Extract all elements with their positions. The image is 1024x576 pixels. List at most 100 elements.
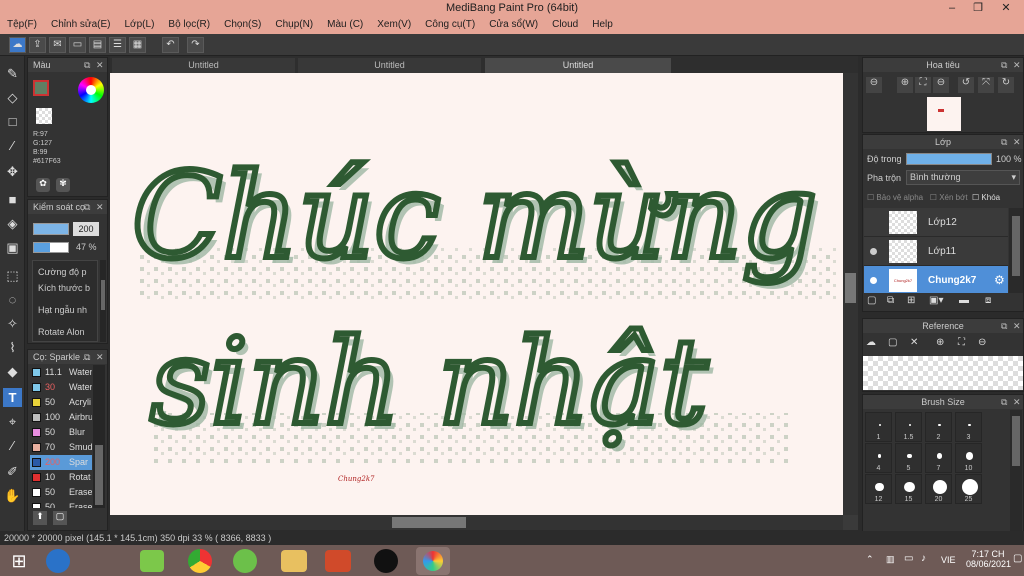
- minimize-button[interactable]: –: [938, 0, 966, 17]
- tab-untitled-3[interactable]: Untitled: [485, 58, 671, 73]
- canvas-horizontal-scrollbar[interactable]: [110, 515, 843, 530]
- fit-screen-icon[interactable]: ⛶: [915, 77, 931, 93]
- reference-close-icon[interactable]: ✕: [910, 337, 918, 348]
- menu-window[interactable]: Cửa sổ(W): [482, 17, 545, 34]
- menu-view[interactable]: Xem(V): [370, 17, 418, 34]
- popout-icon[interactable]: ⧉: [84, 58, 90, 72]
- menu-color[interactable]: Màu (C): [320, 17, 370, 34]
- maximize-button[interactable]: ❐: [964, 0, 992, 17]
- reference-preview[interactable]: [863, 356, 1023, 390]
- clock[interactable]: 7:17 CH 08/06/2021: [966, 549, 1011, 569]
- medibang-taskbar-button[interactable]: [416, 547, 450, 575]
- close-panel-icon[interactable]: ✕: [1013, 319, 1021, 333]
- brush-list-item[interactable]: 30 Water: [30, 380, 92, 395]
- lock-checkbox[interactable]: ☐: [972, 193, 979, 202]
- popout-icon[interactable]: ⧉: [84, 200, 90, 214]
- close-panel-icon[interactable]: ✕: [96, 200, 104, 214]
- menu-file[interactable]: Tệp(F): [0, 17, 44, 34]
- brush-list-item[interactable]: 50 Blur: [30, 425, 92, 440]
- bucket-tool-icon[interactable]: ◈: [3, 214, 22, 233]
- menu-edit[interactable]: Chỉnh sửa(E): [44, 17, 118, 34]
- close-button[interactable]: ✕: [992, 0, 1020, 17]
- secondary-color-swatch[interactable]: [36, 108, 52, 124]
- protect-alpha-checkbox[interactable]: ☐: [867, 193, 874, 202]
- layer-opacity-slider[interactable]: [906, 153, 992, 165]
- menu-select[interactable]: Chọn(S): [217, 17, 268, 34]
- layer-copy-icon[interactable]: ⧈: [985, 295, 991, 306]
- lasso-tool-icon[interactable]: ◌: [3, 290, 22, 309]
- menu-snap[interactable]: Chụp(N): [268, 17, 320, 34]
- popout-icon[interactable]: ⧉: [84, 350, 90, 364]
- eye-icon[interactable]: [870, 277, 877, 284]
- menu-tools[interactable]: Công cụ(T): [418, 17, 482, 34]
- chrome-icon[interactable]: [188, 549, 212, 573]
- tiktok-icon[interactable]: [374, 549, 398, 573]
- color-wheel-icon[interactable]: [78, 77, 104, 103]
- canvas-vertical-scrollbar[interactable]: [843, 73, 858, 515]
- close-panel-icon[interactable]: ✕: [96, 350, 104, 364]
- file-explorer-icon[interactable]: [281, 550, 307, 572]
- upload-icon[interactable]: ⇪: [29, 37, 46, 53]
- page-icon[interactable]: ▤: [89, 37, 106, 53]
- undo-icon[interactable]: ↶: [162, 37, 179, 53]
- brush-setting-pressure[interactable]: Cường độ p: [33, 261, 97, 283]
- brush-tool-icon[interactable]: ✎: [3, 64, 22, 83]
- clipping-checkbox[interactable]: ☐: [930, 193, 937, 202]
- brush-setting-rotate[interactable]: Rotate Alon: [33, 327, 97, 341]
- rotate-right-icon[interactable]: ↻: [998, 77, 1014, 93]
- redo-icon[interactable]: ↷: [187, 37, 204, 53]
- pen-tool-icon[interactable]: ∕: [3, 136, 22, 155]
- tab-untitled-2[interactable]: Untitled: [298, 58, 481, 73]
- brush-list-item[interactable]: 100 Airbru: [30, 410, 92, 425]
- brush-size-option[interactable]: 15: [895, 474, 922, 504]
- merge-layer-icon[interactable]: ⊞: [907, 295, 915, 306]
- select-pen-tool-icon[interactable]: ⌇: [3, 338, 22, 357]
- zoom-minus-icon[interactable]: ⊖: [933, 77, 949, 93]
- tab-untitled-1[interactable]: Untitled: [112, 58, 295, 73]
- menu-filter[interactable]: Bộ lọc(R): [161, 17, 217, 34]
- navigator-preview[interactable]: [927, 97, 961, 131]
- select-eraser-tool-icon[interactable]: ◆: [3, 362, 22, 381]
- close-panel-icon[interactable]: ✕: [1013, 58, 1021, 72]
- cloud-upload-icon[interactable]: ☁: [866, 337, 876, 348]
- menu-cloud[interactable]: Cloud: [545, 17, 585, 34]
- brush-setting-random[interactable]: Hạt ngẫu nh: [33, 305, 97, 327]
- layer-item[interactable]: Lớp11: [864, 237, 1008, 266]
- popout-icon[interactable]: ⧉: [1001, 319, 1007, 333]
- reference-zoom-out-icon[interactable]: ⊖: [978, 337, 986, 348]
- notification-icon[interactable]: ▢: [1013, 553, 1022, 564]
- fill-rect-tool-icon[interactable]: ■: [3, 190, 22, 209]
- hand-tool-icon[interactable]: ✋: [3, 486, 22, 505]
- brush-list-item[interactable]: 11.1 Water: [30, 365, 92, 380]
- palette-edit-icon[interactable]: ✾: [56, 178, 70, 192]
- new-layer-icon[interactable]: ▢: [867, 295, 876, 306]
- add-brush-icon[interactable]: ⬆: [33, 511, 47, 525]
- reference-page-icon[interactable]: ▢: [888, 337, 897, 348]
- move-tool-icon[interactable]: ✥: [3, 162, 22, 181]
- brush-size-option[interactable]: 3: [955, 412, 982, 442]
- brush-size-option[interactable]: 1.5: [895, 412, 922, 442]
- gradient-tool-icon[interactable]: ▣: [3, 238, 22, 257]
- brush-size-option[interactable]: 10: [955, 443, 982, 473]
- windows-start-icon[interactable]: ⊞: [4, 548, 34, 574]
- chat-icon[interactable]: ▭: [69, 37, 86, 53]
- palette-icon[interactable]: ✿: [36, 178, 50, 192]
- brush-list-item[interactable]: 50 Erase: [30, 500, 92, 508]
- reset-view-icon[interactable]: ⤧: [978, 77, 994, 93]
- eyedropper-tool-icon[interactable]: ⁄: [3, 436, 22, 455]
- select-rect-tool-icon[interactable]: ⬚: [3, 266, 22, 285]
- input-language[interactable]: VIE: [941, 555, 956, 565]
- brush-size-option[interactable]: 4: [865, 443, 892, 473]
- brush-opacity-slider[interactable]: [33, 242, 69, 253]
- close-panel-icon[interactable]: ✕: [96, 58, 104, 72]
- menu-help[interactable]: Help: [585, 17, 620, 34]
- brush-size-option[interactable]: 1: [865, 412, 892, 442]
- menu-layer[interactable]: Lớp(L): [118, 17, 162, 34]
- text-tool-icon[interactable]: T: [3, 388, 22, 407]
- eraser-tool-icon[interactable]: ◇: [3, 88, 22, 107]
- brush-size-option[interactable]: 7: [925, 443, 952, 473]
- popout-icon[interactable]: ⧉: [1001, 58, 1007, 72]
- volume-icon[interactable]: ♪: [921, 553, 926, 564]
- tray-chevron-icon[interactable]: ⌃: [866, 554, 874, 565]
- zoom-in-icon[interactable]: ⊕: [897, 77, 913, 93]
